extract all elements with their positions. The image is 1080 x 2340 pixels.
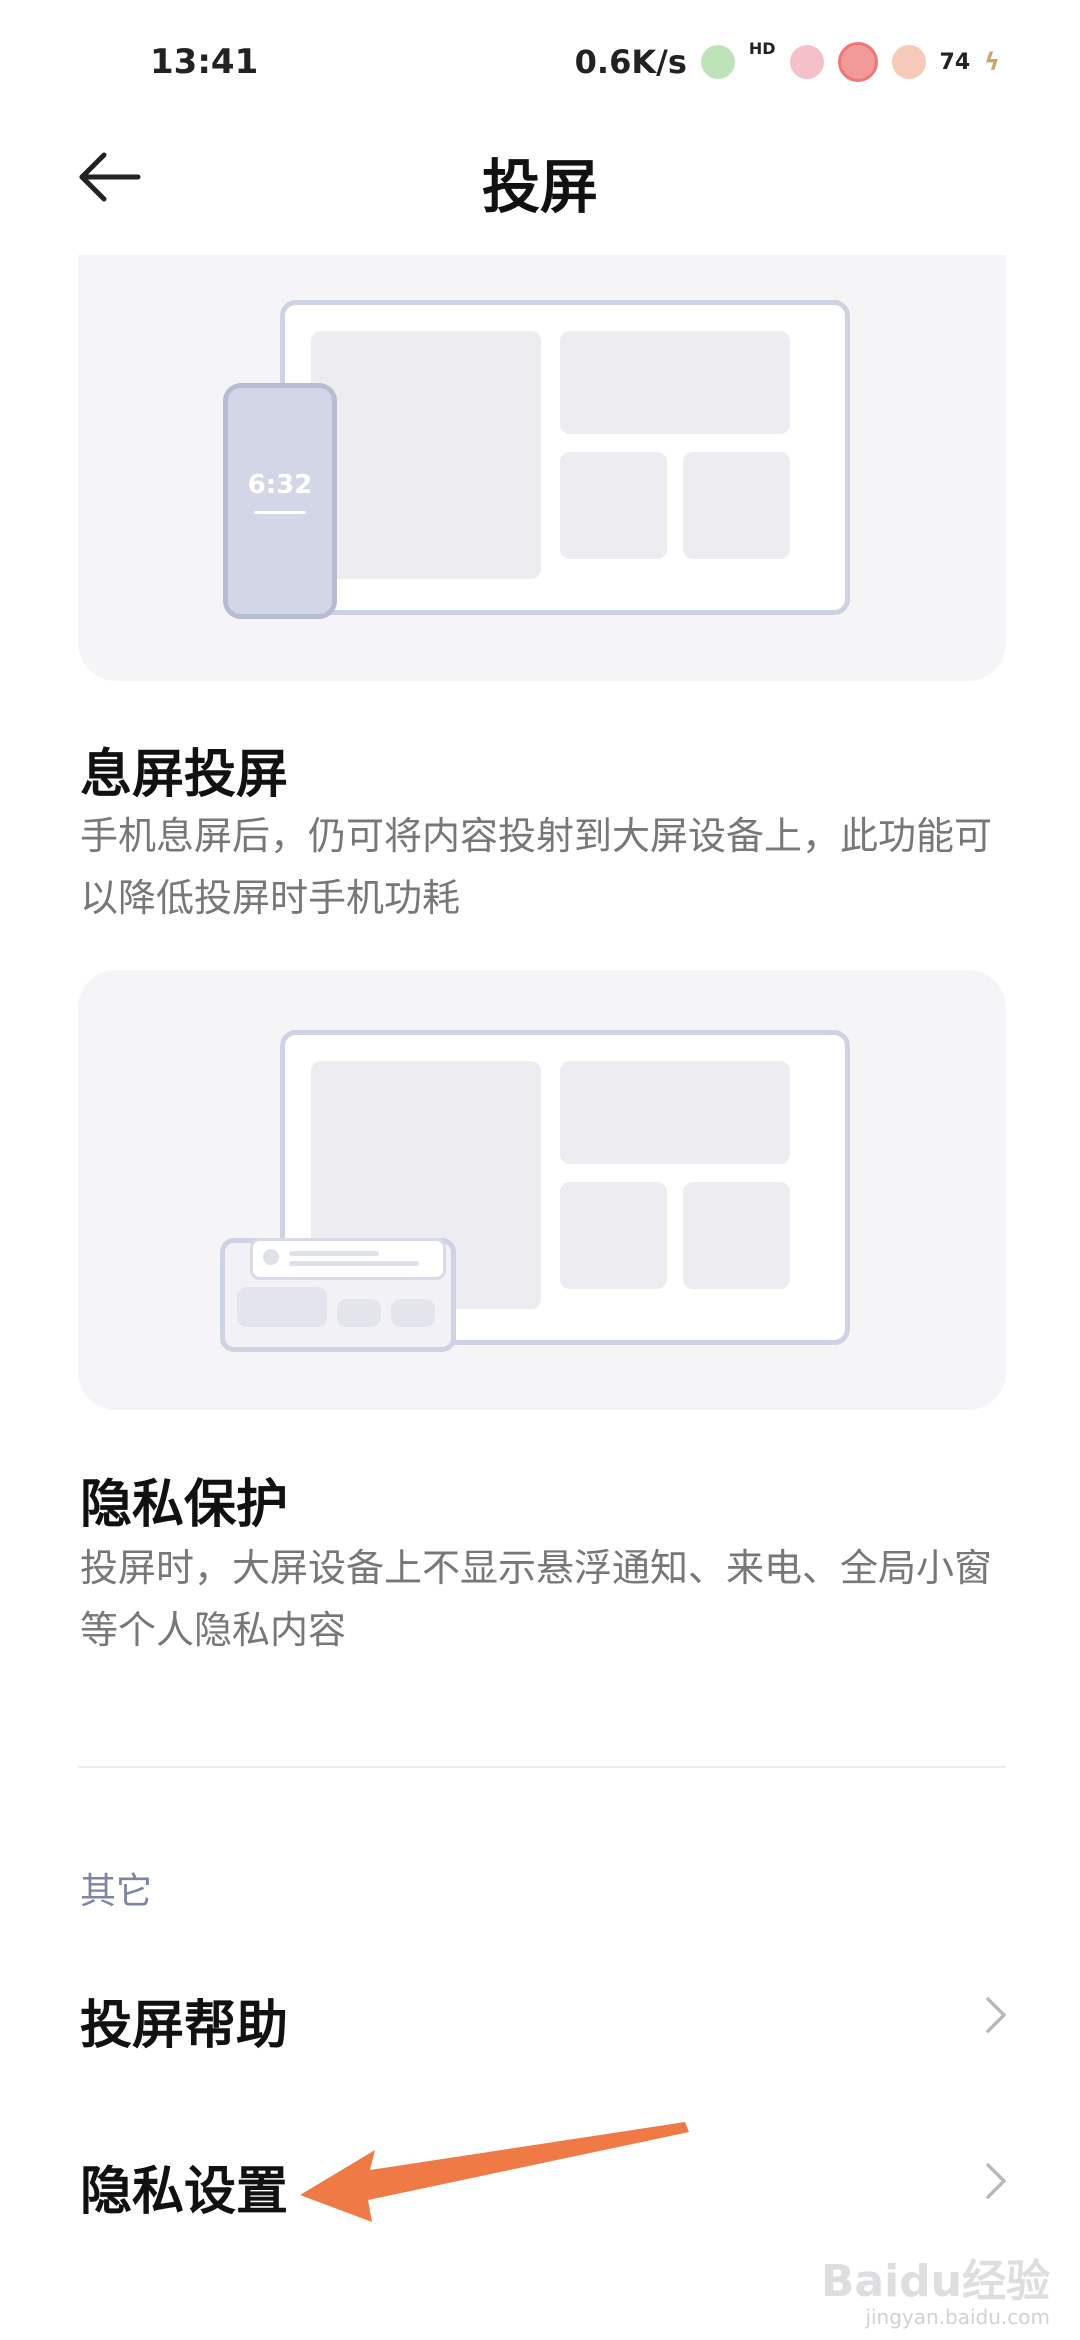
tv-screen <box>280 300 850 615</box>
signal-sticker-icon <box>700 45 735 79</box>
wifi-sticker-icon <box>789 45 824 79</box>
screen-off-cast-title: 息屏投屏 <box>80 745 289 805</box>
status-icons: 0.6K/s HD 74 ϟ <box>574 38 1000 82</box>
privacy-protection-illustration <box>78 970 1006 1410</box>
divider <box>78 1766 1006 1768</box>
page-title: 投屏 <box>481 153 598 221</box>
watermark-url: jingyan.baidu.com <box>865 2305 1050 2329</box>
annotation-arrow-icon <box>300 2122 689 2222</box>
hd-label: HD <box>748 38 776 58</box>
phone-clock: 6:32 <box>247 470 313 500</box>
floating-notification <box>250 1238 446 1280</box>
privacy-settings-label: 隐私设置 <box>80 2162 289 2222</box>
cast-help-item[interactable]: 投屏帮助 <box>0 1950 1080 2080</box>
other-group-label: 其它 <box>80 1871 153 1912</box>
chevron-right-icon <box>986 2163 1006 2199</box>
screen-off-cast-illustration: 6:32 <box>78 255 1006 681</box>
network-speed: 0.6K/s <box>574 43 687 81</box>
privacy-protection-description: 投屏时，大屏设备上不显示悬浮通知、来电、全局小窗等个人隐私内容 <box>80 1546 993 1652</box>
status-time: 13:41 <box>150 42 259 82</box>
phone-device: 6:32 <box>223 383 337 619</box>
watermark-logo: Baidu经验 <box>820 2256 1050 2307</box>
alarm-sticker-icon <box>837 42 878 82</box>
chevron-right-icon <box>986 1997 1006 2033</box>
privacy-protection-title: 隐私保护 <box>80 1475 289 1535</box>
charging-icon: ϟ <box>984 48 1000 76</box>
screen-off-cast-description: 手机息屏后，仍可将内容投射到大屏设备上，此功能可以降低投屏时手机功耗 <box>80 814 993 920</box>
battery-sticker-icon <box>891 45 926 79</box>
battery-level: 74 <box>939 49 971 75</box>
cast-help-label: 投屏帮助 <box>80 1996 289 2056</box>
